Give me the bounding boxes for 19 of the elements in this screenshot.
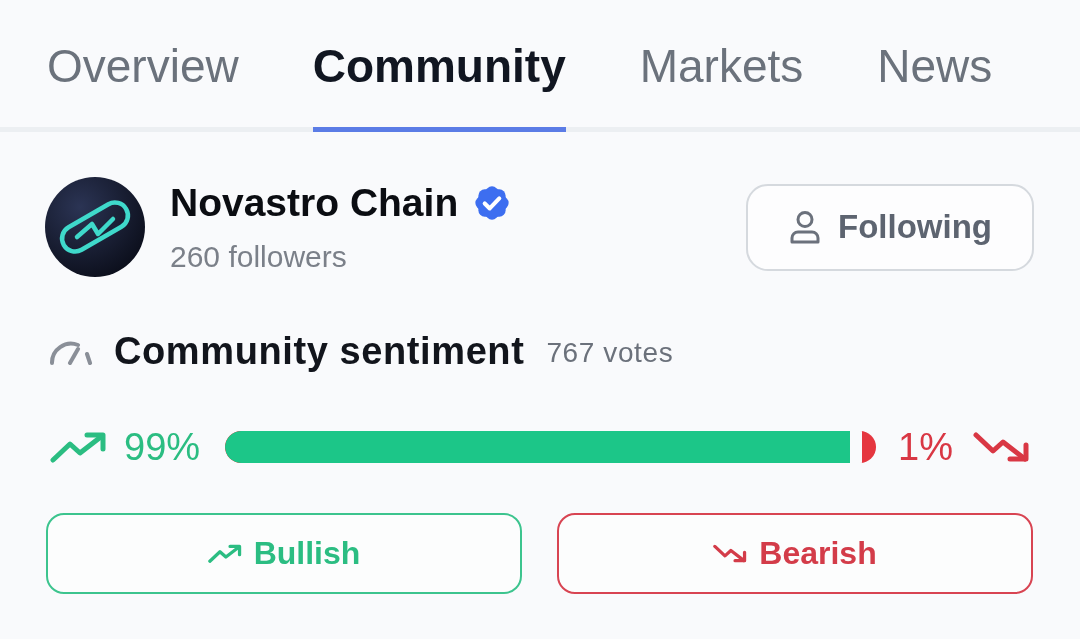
tab[interactable]: Community <box>312 0 566 132</box>
logo-icon <box>45 177 145 277</box>
tab[interactable]: News <box>877 0 993 132</box>
tab[interactable]: Overview <box>47 0 239 132</box>
following-button[interactable]: Following <box>746 183 1034 271</box>
tab[interactable]: Markets <box>639 0 804 132</box>
trend-up-icon <box>50 431 107 463</box>
trend-down-icon <box>973 431 1030 463</box>
follower-count: 260 followers <box>170 238 348 275</box>
trend-down-icon <box>713 544 748 563</box>
person-icon <box>788 210 822 244</box>
project-name: Novastro Chain <box>170 179 459 226</box>
vote-count: 767 votes <box>546 336 674 370</box>
sentiment-title: Community sentiment <box>114 329 525 374</box>
bullish-percent: 99% <box>124 425 201 470</box>
bearish-button[interactable]: Bearish <box>557 513 1033 594</box>
bullish-button[interactable]: Bullish <box>46 513 522 594</box>
trend-up-icon <box>207 544 242 563</box>
bearish-percent: 1% <box>898 425 953 470</box>
